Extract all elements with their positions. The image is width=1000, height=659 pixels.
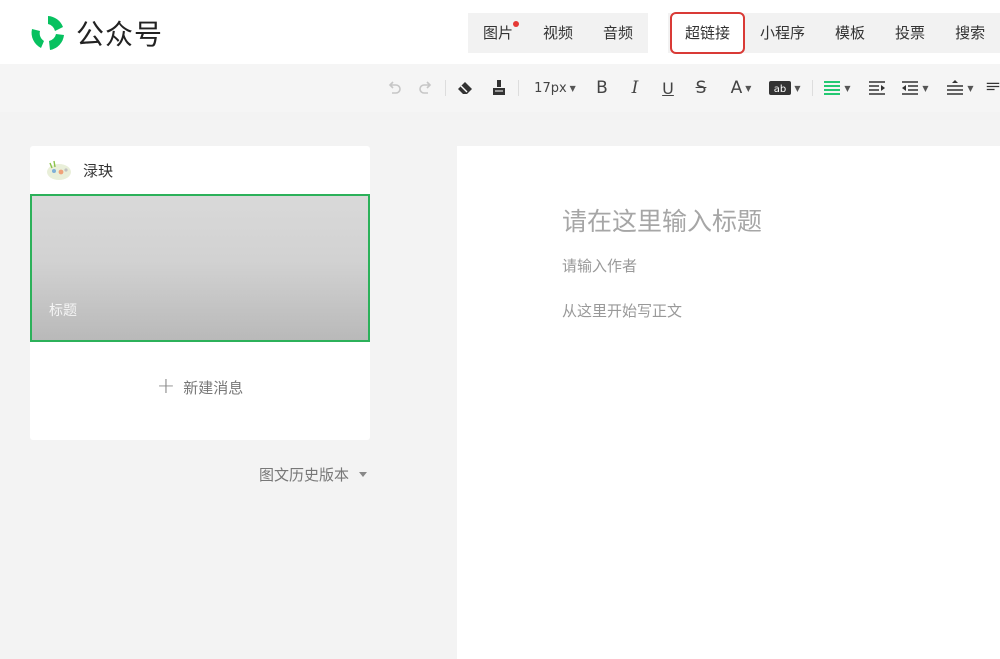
list-icon[interactable] [986,76,1000,100]
tab-mini-program-label: 小程序 [760,24,806,42]
format-painter-icon[interactable] [488,76,510,100]
tab-search-label: 搜索 [955,24,986,42]
account-header: 渌玦 [46,156,113,184]
tab-hyperlink-label: 超链接 [685,24,731,42]
tab-template-label: 模板 [835,24,866,42]
article-list-panel: 渌玦 标题 + 新建消息 [30,146,370,440]
tab-image[interactable]: 图片 [468,13,528,53]
dropdown-caret-icon: ▼ [844,83,851,93]
tab-template[interactable]: 模板 [820,13,880,53]
new-message-button[interactable]: + 新建消息 [30,376,370,398]
wechat-mp-logo-icon [31,16,64,50]
tab-audio-label: 音频 [603,24,634,42]
tab-mini-program[interactable]: 小程序 [745,13,820,53]
tab-search[interactable]: 搜索 [940,13,1000,53]
tab-hyperlink[interactable]: 超链接 [670,12,746,54]
history-version-dropdown[interactable]: 图文历史版本 [259,464,368,485]
avatar [47,160,71,180]
font-size-dropdown[interactable]: 17px ▼ [530,76,580,100]
bold-icon[interactable]: B [593,76,611,100]
article-editor: 请在这里输入标题 请输入作者 从这里开始写正文 [457,146,1000,659]
account-name: 渌玦 [83,161,114,180]
eraser-icon[interactable] [454,76,476,100]
history-label: 图文历史版本 [259,466,350,484]
svg-text:ab: ab [774,84,786,95]
article-cover-card[interactable]: 标题 [30,194,370,342]
logo-text: 公众号 [76,18,164,51]
media-tab-group: 图片 视频 音频 [468,13,648,53]
align-justify-icon[interactable]: ▼ [820,76,854,100]
strikethrough-icon[interactable]: S [692,76,710,100]
insert-tab-group: 超链接 小程序 模板 投票 搜索 [668,12,1000,54]
font-size-value: 17px [534,80,567,96]
undo-icon[interactable] [384,76,404,100]
dropdown-caret-icon: ▼ [967,83,974,93]
notification-dot-icon [513,21,520,27]
logo: 公众号 [28,14,163,52]
author-input[interactable]: 请输入作者 [562,255,637,276]
tab-video-label: 视频 [543,24,574,42]
dropdown-caret-icon: ▼ [794,83,801,93]
outdent-icon[interactable]: ▼ [898,76,932,100]
tab-video[interactable]: 视频 [528,13,588,53]
top-header: 公众号 图片 视频 音频 超链接 小程序 模板 投票 搜索 [0,0,1000,64]
indent-icon[interactable] [866,76,888,100]
format-toolbar: 17px ▼ B I U S A ▼ ab ▼ ▼ ▼ ▼ [0,64,1000,112]
dropdown-caret-icon: ▼ [569,83,576,93]
dropdown-caret-icon: ▼ [745,83,752,93]
caret-down-icon [359,472,368,477]
tab-image-label: 图片 [483,24,514,42]
toolbar-divider [812,80,813,96]
plus-icon: + [156,374,176,399]
title-input[interactable]: 请在这里输入标题 [562,202,762,238]
background-color-icon[interactable]: ab ▼ [768,76,802,100]
tab-vote[interactable]: 投票 [880,13,940,53]
cover-title: 标题 [49,303,77,319]
dropdown-caret-icon: ▼ [922,83,929,93]
body-editor[interactable]: 从这里开始写正文 [562,300,682,321]
underline-icon[interactable]: U [659,76,677,100]
tab-vote-label: 投票 [895,24,926,42]
toolbar-divider [445,80,446,96]
redo-icon[interactable] [416,76,436,100]
new-message-label: 新建消息 [183,378,244,397]
italic-icon[interactable]: I [626,76,644,100]
font-color-icon[interactable]: A ▼ [725,76,757,100]
line-height-icon[interactable]: ▼ [943,76,977,100]
toolbar-divider [518,80,519,96]
tab-audio[interactable]: 音频 [588,13,648,53]
